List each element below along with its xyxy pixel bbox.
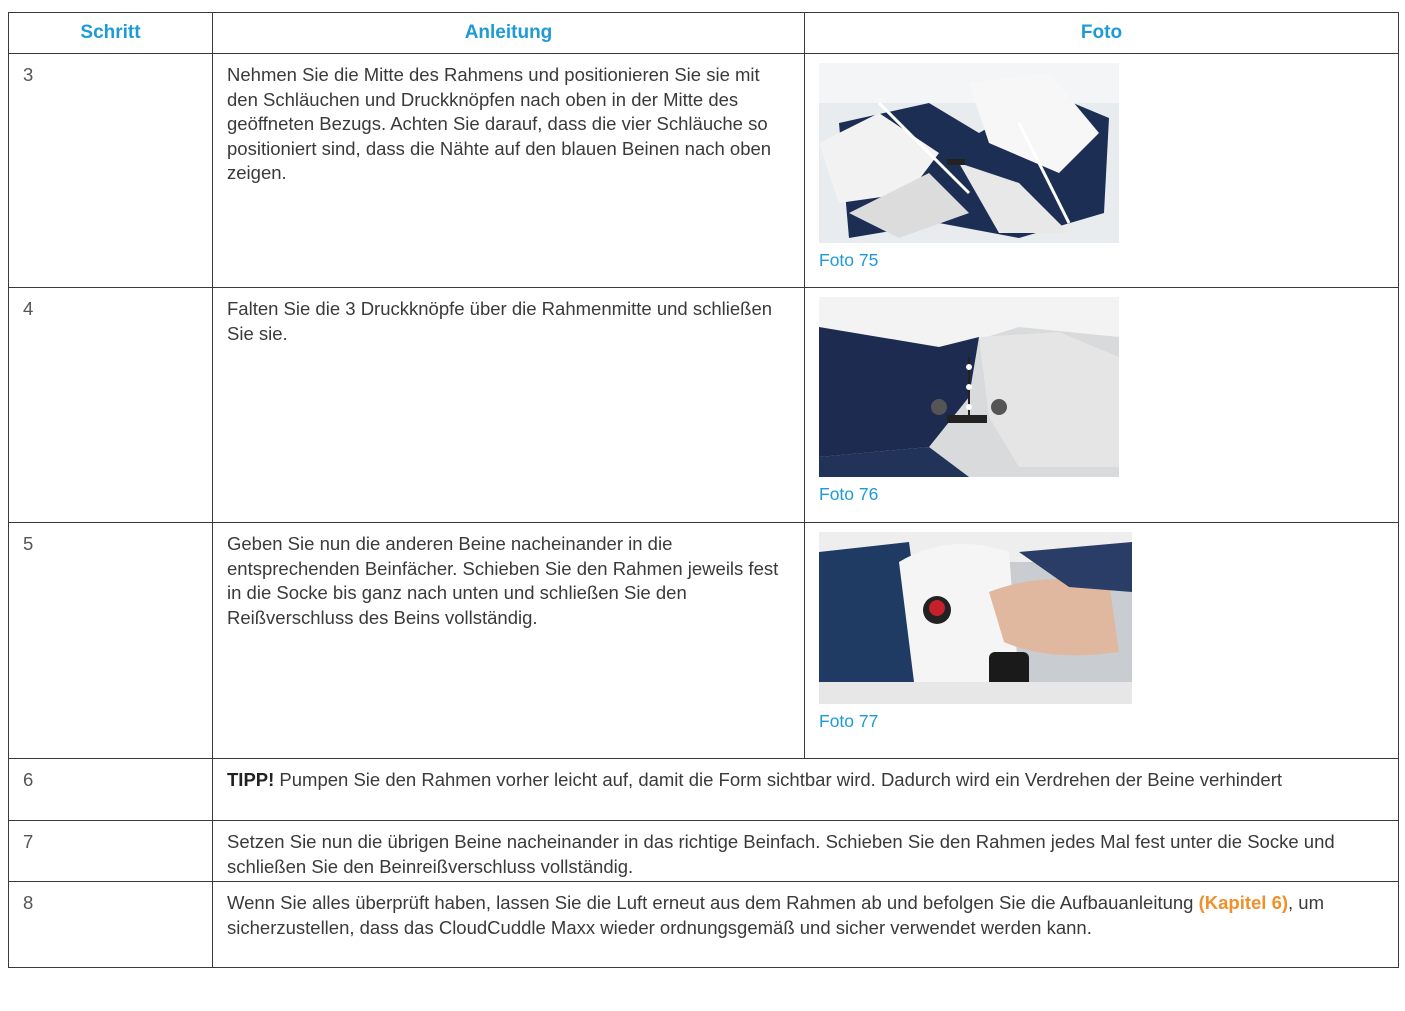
instruction-text: Geben Sie nun die anderen Beine nacheina… (212, 522, 805, 759)
table-row: 3 Nehmen Sie die Mitte des Rahmens und p… (8, 53, 1399, 288)
table-row: 8 Wenn Sie alles überprüft haben, lassen… (8, 881, 1399, 968)
chapter-link[interactable]: (Kapitel 6) (1199, 892, 1288, 913)
step-number: 6 (8, 758, 213, 821)
table-row: 6 TIPP! Pumpen Sie den Rahmen vorher lei… (8, 758, 1399, 821)
table-row: 5 Geben Sie nun die anderen Beine nachei… (8, 522, 1399, 759)
photo-caption: Foto 77 (819, 711, 879, 731)
photo-caption: Foto 76 (819, 484, 879, 504)
photo-leg-zipper (819, 532, 1132, 704)
header-instruction: Anleitung (212, 12, 805, 54)
header-step: Schritt (8, 12, 213, 54)
photo-cell: Foto 76 (804, 287, 1399, 523)
photo-cell: Foto 75 (804, 53, 1399, 288)
tip-text: TIPP! Pumpen Sie den Rahmen vorher leich… (212, 758, 1399, 821)
instruction-text: Wenn Sie alles überprüft haben, lassen S… (212, 881, 1399, 968)
step-number: 7 (8, 820, 213, 882)
step-number: 8 (8, 881, 213, 968)
instruction-text: Nehmen Sie die Mitte des Rahmens und pos… (212, 53, 805, 288)
instruction-table: Schritt Anleitung Foto 3 Nehmen Sie die … (8, 12, 1399, 968)
instruction-text: Setzen Sie nun die übrigen Beine nachein… (212, 820, 1399, 882)
header-photo: Foto (804, 12, 1399, 54)
step-number: 4 (8, 287, 213, 523)
tip-label: TIPP! (227, 769, 275, 790)
table-row: 4 Falten Sie die 3 Druckknöpfe über die … (8, 287, 1399, 523)
photo-caption: Foto 75 (819, 250, 879, 270)
header-row: Schritt Anleitung Foto (8, 12, 1399, 54)
instruction-text: Falten Sie die 3 Druckknöpfe über die Ra… (212, 287, 805, 523)
text-before-link: Wenn Sie alles überprüft haben, lassen S… (227, 892, 1199, 913)
step-number: 5 (8, 522, 213, 759)
photo-cell: Foto 77 (804, 522, 1399, 759)
table-row: 7 Setzen Sie nun die übrigen Beine nache… (8, 820, 1399, 882)
tip-body: Pumpen Sie den Rahmen vorher leicht auf,… (274, 769, 1283, 790)
photo-snap-buttons (819, 297, 1119, 477)
photo-frame-in-cover (819, 63, 1119, 243)
step-number: 3 (8, 53, 213, 288)
